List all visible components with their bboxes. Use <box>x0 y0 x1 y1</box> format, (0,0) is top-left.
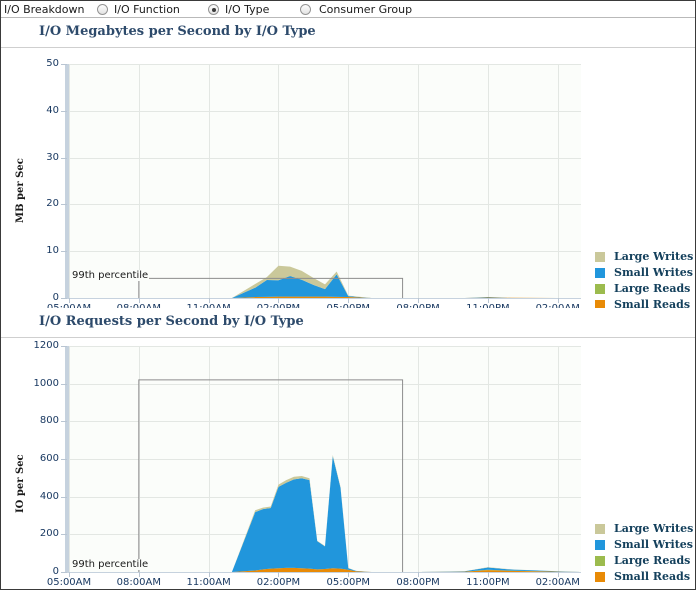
percentile-annotation-1: 99th percentile <box>71 270 150 281</box>
y-axis-tick-mark <box>61 346 67 347</box>
x-axis-tick-mark <box>418 572 419 577</box>
x-axis-tick-mark <box>348 572 349 577</box>
plot-area-mb-per-sec <box>69 64 581 298</box>
x-axis-tick-mark <box>69 572 70 577</box>
x-axis-tick-label: 05:00PM <box>326 577 370 588</box>
area-series-small-writes <box>69 456 581 572</box>
y-axis-tick-label: 50 <box>46 58 59 69</box>
legend-label-large-reads: Large Reads <box>614 282 691 295</box>
legend-label-small-writes: Small Writes <box>614 538 694 551</box>
y-axis-tick-label: 40 <box>46 104 59 116</box>
legend-label-large-reads: Large Reads <box>614 554 691 567</box>
y-axis-tick-mark <box>61 384 67 385</box>
legend-swatch-large-writes <box>595 252 605 262</box>
legend-swatch-small-writes <box>595 540 605 550</box>
x-axis-tick-mark <box>278 572 279 577</box>
x-axis-tick-mark <box>488 298 489 303</box>
legend-swatch-large-writes <box>595 524 605 534</box>
x-axis-line-1 <box>65 298 581 299</box>
percentile-annotation-2: 99th percentile <box>71 559 150 570</box>
y-axis-tick-label: 800 <box>39 415 59 427</box>
y-axis-tick-mark <box>61 421 67 422</box>
x-axis-tick-label: 02:00PM <box>256 577 301 588</box>
radio-io-function[interactable] <box>97 4 108 15</box>
x-axis-tick-label: 11:00PM <box>466 577 510 588</box>
y-axis-tick-mark <box>61 204 67 205</box>
legend-swatch-small-reads <box>595 572 605 582</box>
x-axis-line-2 <box>65 572 581 573</box>
x-axis-tick-mark <box>139 572 140 577</box>
x-axis-tick-label: 02:00AM <box>535 577 580 588</box>
x-axis-tick-mark <box>488 572 489 577</box>
x-axis-tick-label: 11:00AM <box>186 577 231 588</box>
x-axis-tick-label: 08:00AM <box>116 577 161 588</box>
y-axis-tick-mark <box>61 459 67 460</box>
y-axis-tick-mark <box>61 298 67 299</box>
radio-label-io-function[interactable]: I/O Function <box>114 3 180 16</box>
y-axis-tick-mark <box>61 111 67 112</box>
y-axis-tick-label: 400 <box>39 490 59 502</box>
legend-swatch-small-writes <box>595 268 605 278</box>
io-breakdown-toolbar: I/O Breakdown I/O Function I/O Type Cons… <box>1 1 695 18</box>
y-axis-tick-mark <box>61 572 67 573</box>
y-axis-tick-mark <box>61 64 67 65</box>
legend-label-large-writes: Large Writes <box>614 522 694 535</box>
chart-panel-mb-per-sec: I/O Megabytes per Second by I/O Type MB … <box>1 18 695 314</box>
y-axis-tick-mark <box>61 534 67 535</box>
chart-title-io-per-sec: I/O Requests per Second by I/O Type <box>39 314 304 329</box>
x-axis-tick-mark <box>69 298 70 303</box>
y-axis-line-1 <box>65 64 69 298</box>
y-axis-tick-label: 10 <box>46 245 59 257</box>
legend-label-small-writes: Small Writes <box>614 266 694 279</box>
legend-label-large-writes: Large Writes <box>614 250 694 263</box>
y-axis-tick-label: 30 <box>46 151 59 163</box>
legend-label-small-reads: Small Reads <box>614 570 691 583</box>
x-axis-tick-mark <box>348 298 349 303</box>
y-axis-tick-label: 1000 <box>33 377 59 389</box>
chart-panel-io-per-sec: I/O Requests per Second by I/O Type IO p… <box>1 308 695 589</box>
y-axis-tick-mark <box>61 158 67 159</box>
legend-swatch-large-reads <box>595 556 605 566</box>
radio-consumer-group[interactable] <box>300 4 311 15</box>
y-axis-tick-label: 1200 <box>33 340 59 351</box>
radio-label-consumer-group[interactable]: Consumer Group <box>319 3 412 16</box>
x-axis-tick-mark <box>558 298 559 303</box>
y-axis-tick-mark <box>61 251 67 252</box>
y-axis-tick-label: 600 <box>39 453 59 464</box>
y-axis-tick-label: 200 <box>39 528 59 540</box>
x-axis-tick-mark <box>209 572 210 577</box>
plot-area-io-per-sec <box>69 346 581 572</box>
io-breakdown-label: I/O Breakdown <box>4 3 85 16</box>
x-axis-tick-label: 05:00AM <box>46 577 92 588</box>
x-axis-tick-mark <box>418 298 419 303</box>
panel-divider-1 <box>1 47 695 48</box>
y-axis-tick-label: 0 <box>52 292 59 303</box>
legend-swatch-large-reads <box>595 284 605 294</box>
x-axis-tick-mark <box>209 298 210 303</box>
radio-label-io-type[interactable]: I/O Type <box>225 3 269 16</box>
x-axis-tick-mark <box>278 298 279 303</box>
x-axis-tick-mark <box>558 572 559 577</box>
y-axis-tick-mark <box>61 497 67 498</box>
y-axis-title-mb-per-sec: MB per Sec <box>15 158 26 223</box>
series-overlay <box>69 379 581 572</box>
panel-divider-2 <box>1 337 695 338</box>
y-axis-tick-label: 20 <box>46 198 59 210</box>
series-overlay <box>69 265 581 298</box>
radio-io-type[interactable] <box>208 4 219 15</box>
y-axis-tick-label: 0 <box>52 566 59 577</box>
x-axis-tick-mark <box>139 298 140 303</box>
x-axis-tick-label: 08:00PM <box>396 577 440 588</box>
chart-title-mb-per-sec: I/O Megabytes per Second by I/O Type <box>39 24 316 39</box>
io-breakdown-page: I/O Breakdown I/O Function I/O Type Cons… <box>0 0 696 590</box>
